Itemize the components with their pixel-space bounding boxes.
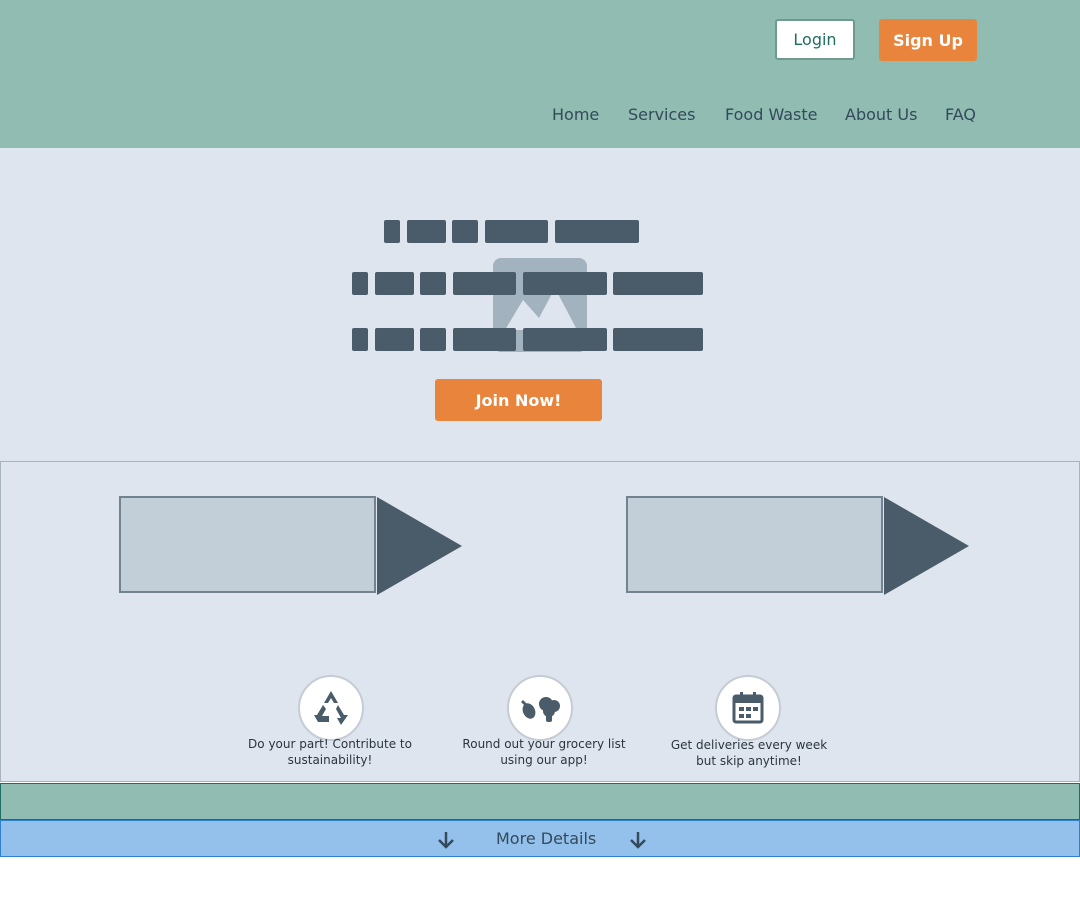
calendar-icon [715, 675, 781, 741]
feature-text-grocery: Round out your grocery list using our ap… [462, 737, 626, 767]
nav-services[interactable]: Services [628, 105, 695, 124]
nav-faq[interactable]: FAQ [945, 105, 976, 124]
placeholder-word [384, 220, 400, 243]
feature-text-sustainability: Do your part! Contribute to sustainabili… [248, 737, 412, 767]
divider-band [0, 783, 1080, 820]
more-details-bar[interactable]: More Details [0, 820, 1080, 857]
login-button[interactable]: Login [775, 19, 855, 60]
placeholder-word [485, 220, 548, 243]
placeholder-word [420, 272, 446, 295]
placeholder-word [407, 220, 446, 243]
placeholder-word [375, 328, 414, 351]
placeholder-word [453, 272, 516, 295]
recycle-icon [298, 675, 364, 741]
more-details-label[interactable]: More Details [496, 829, 596, 848]
placeholder-word [613, 328, 703, 351]
feature-text-deliveries: Get deliveries every week but skip anyti… [670, 738, 828, 768]
vegetables-icon [507, 675, 573, 741]
placeholder-word [523, 272, 607, 295]
nav-food-waste[interactable]: Food Waste [725, 105, 818, 124]
nav-home[interactable]: Home [552, 105, 599, 124]
join-now-button[interactable]: Join Now! [435, 379, 602, 421]
callout-arrow-right [884, 497, 969, 595]
arrow-down-icon [438, 832, 454, 849]
placeholder-word [452, 220, 478, 243]
signup-button[interactable]: Sign Up [879, 19, 977, 61]
callout-box-right [626, 496, 883, 593]
callout-arrow-left [377, 497, 462, 595]
placeholder-word [420, 328, 446, 351]
site-header: Login Sign Up Home Services Food Waste A… [0, 0, 1080, 148]
placeholder-word [523, 328, 607, 351]
arrow-down-icon [630, 832, 646, 849]
callout-box-left [119, 496, 376, 593]
placeholder-word [453, 328, 516, 351]
placeholder-word [375, 272, 414, 295]
placeholder-word [555, 220, 639, 243]
placeholder-word [352, 328, 368, 351]
placeholder-word [613, 272, 703, 295]
placeholder-word [352, 272, 368, 295]
nav-about-us[interactable]: About Us [845, 105, 917, 124]
